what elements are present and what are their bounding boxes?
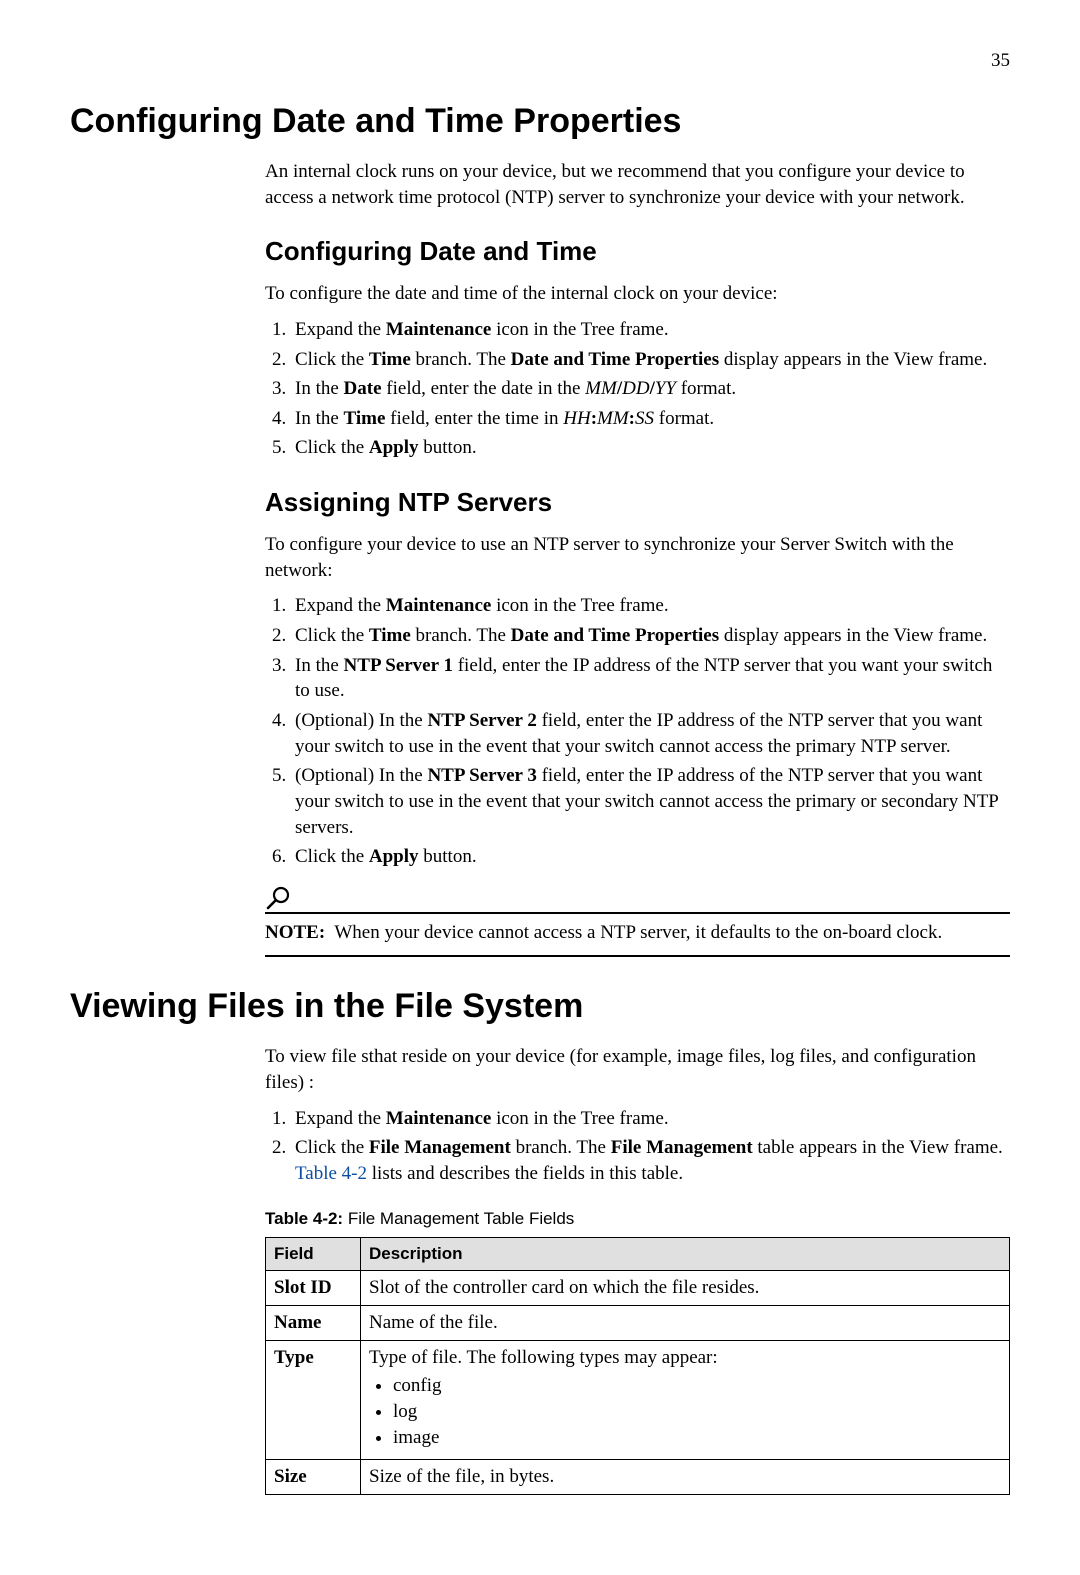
table-row: TypeType of file. The following types ma…: [266, 1340, 1010, 1459]
table-cell-field: Name: [266, 1305, 361, 1340]
step-item: In the NTP Server 1 field, enter the IP …: [291, 653, 1010, 704]
table-row: Slot IDSlot of the controller card on wh…: [266, 1270, 1010, 1305]
table-cell-field: Type: [266, 1340, 361, 1459]
table-cell-description: Size of the file, in bytes.: [361, 1459, 1010, 1494]
step-item: Click the Time branch. The Date and Time…: [291, 347, 1010, 373]
lead-in-c: To view file sthat reside on your device…: [265, 1044, 1010, 1095]
step-item: Expand the Maintenance icon in the Tree …: [291, 317, 1010, 343]
step-item: Expand the Maintenance icon in the Tree …: [291, 593, 1010, 619]
step-item: (Optional) In the NTP Server 2 field, en…: [291, 708, 1010, 759]
step-item: Click the File Management branch. The Fi…: [291, 1135, 1010, 1186]
list-item: image: [393, 1427, 1001, 1449]
table-row: SizeSize of the file, in bytes.: [266, 1459, 1010, 1494]
lead-in-a: To configure the date and time of the in…: [265, 281, 1010, 307]
steps-assign-ntp: Expand the Maintenance icon in the Tree …: [265, 593, 1010, 869]
steps-view-files: Expand the Maintenance icon in the Tree …: [265, 1106, 1010, 1187]
steps-configure-date-time: Expand the Maintenance icon in the Tree …: [265, 317, 1010, 461]
table-cell-description: Slot of the controller card on which the…: [361, 1270, 1010, 1305]
step-item: Expand the Maintenance icon in the Tree …: [291, 1106, 1010, 1132]
table-caption-title: File Management Table Fields: [343, 1209, 574, 1228]
step-item: In the Date field, enter the date in the…: [291, 376, 1010, 402]
heading-viewing-files: Viewing Files in the File System: [70, 987, 1010, 1026]
table-cell-description: Name of the file.: [361, 1305, 1010, 1340]
step-item: Click the Apply button.: [291, 435, 1010, 461]
list-item: log: [393, 1401, 1001, 1423]
intro-paragraph: An internal clock runs on your device, b…: [265, 159, 1010, 210]
note-label: NOTE:: [265, 922, 325, 943]
table-row: NameName of the file.: [266, 1305, 1010, 1340]
step-item: Click the Time branch. The Date and Time…: [291, 623, 1010, 649]
table-header-field: Field: [266, 1237, 361, 1270]
table-cell-field: Slot ID: [266, 1270, 361, 1305]
list-item: config: [393, 1375, 1001, 1397]
magnifier-icon: [265, 884, 293, 912]
file-management-table: Field Description Slot IDSlot of the con…: [265, 1237, 1010, 1495]
heading-assigning-ntp-servers: Assigning NTP Servers: [265, 487, 1010, 518]
table-cell-description: Type of file. The following types may ap…: [361, 1340, 1010, 1459]
table-caption-number: Table 4-2:: [265, 1209, 343, 1228]
heading-configuring-date-time-properties: Configuring Date and Time Properties: [70, 102, 1010, 141]
page-number: 35: [70, 50, 1010, 72]
note-line: NOTE: When your device cannot access a N…: [265, 920, 1010, 946]
note-text: When your device cannot access a NTP ser…: [325, 922, 942, 943]
lead-in-b: To configure your device to use an NTP s…: [265, 532, 1010, 583]
table-cell-field: Size: [266, 1459, 361, 1494]
heading-configuring-date-time: Configuring Date and Time: [265, 236, 1010, 267]
step-item: Click the Apply button.: [291, 844, 1010, 870]
step-item: (Optional) In the NTP Server 3 field, en…: [291, 763, 1010, 840]
note-block: NOTE: When your device cannot access a N…: [265, 884, 1010, 958]
step-item: In the Time field, enter the time in HH:…: [291, 406, 1010, 432]
table-caption: Table 4-2: File Management Table Fields: [265, 1209, 1010, 1229]
table-header-description: Description: [361, 1237, 1010, 1270]
